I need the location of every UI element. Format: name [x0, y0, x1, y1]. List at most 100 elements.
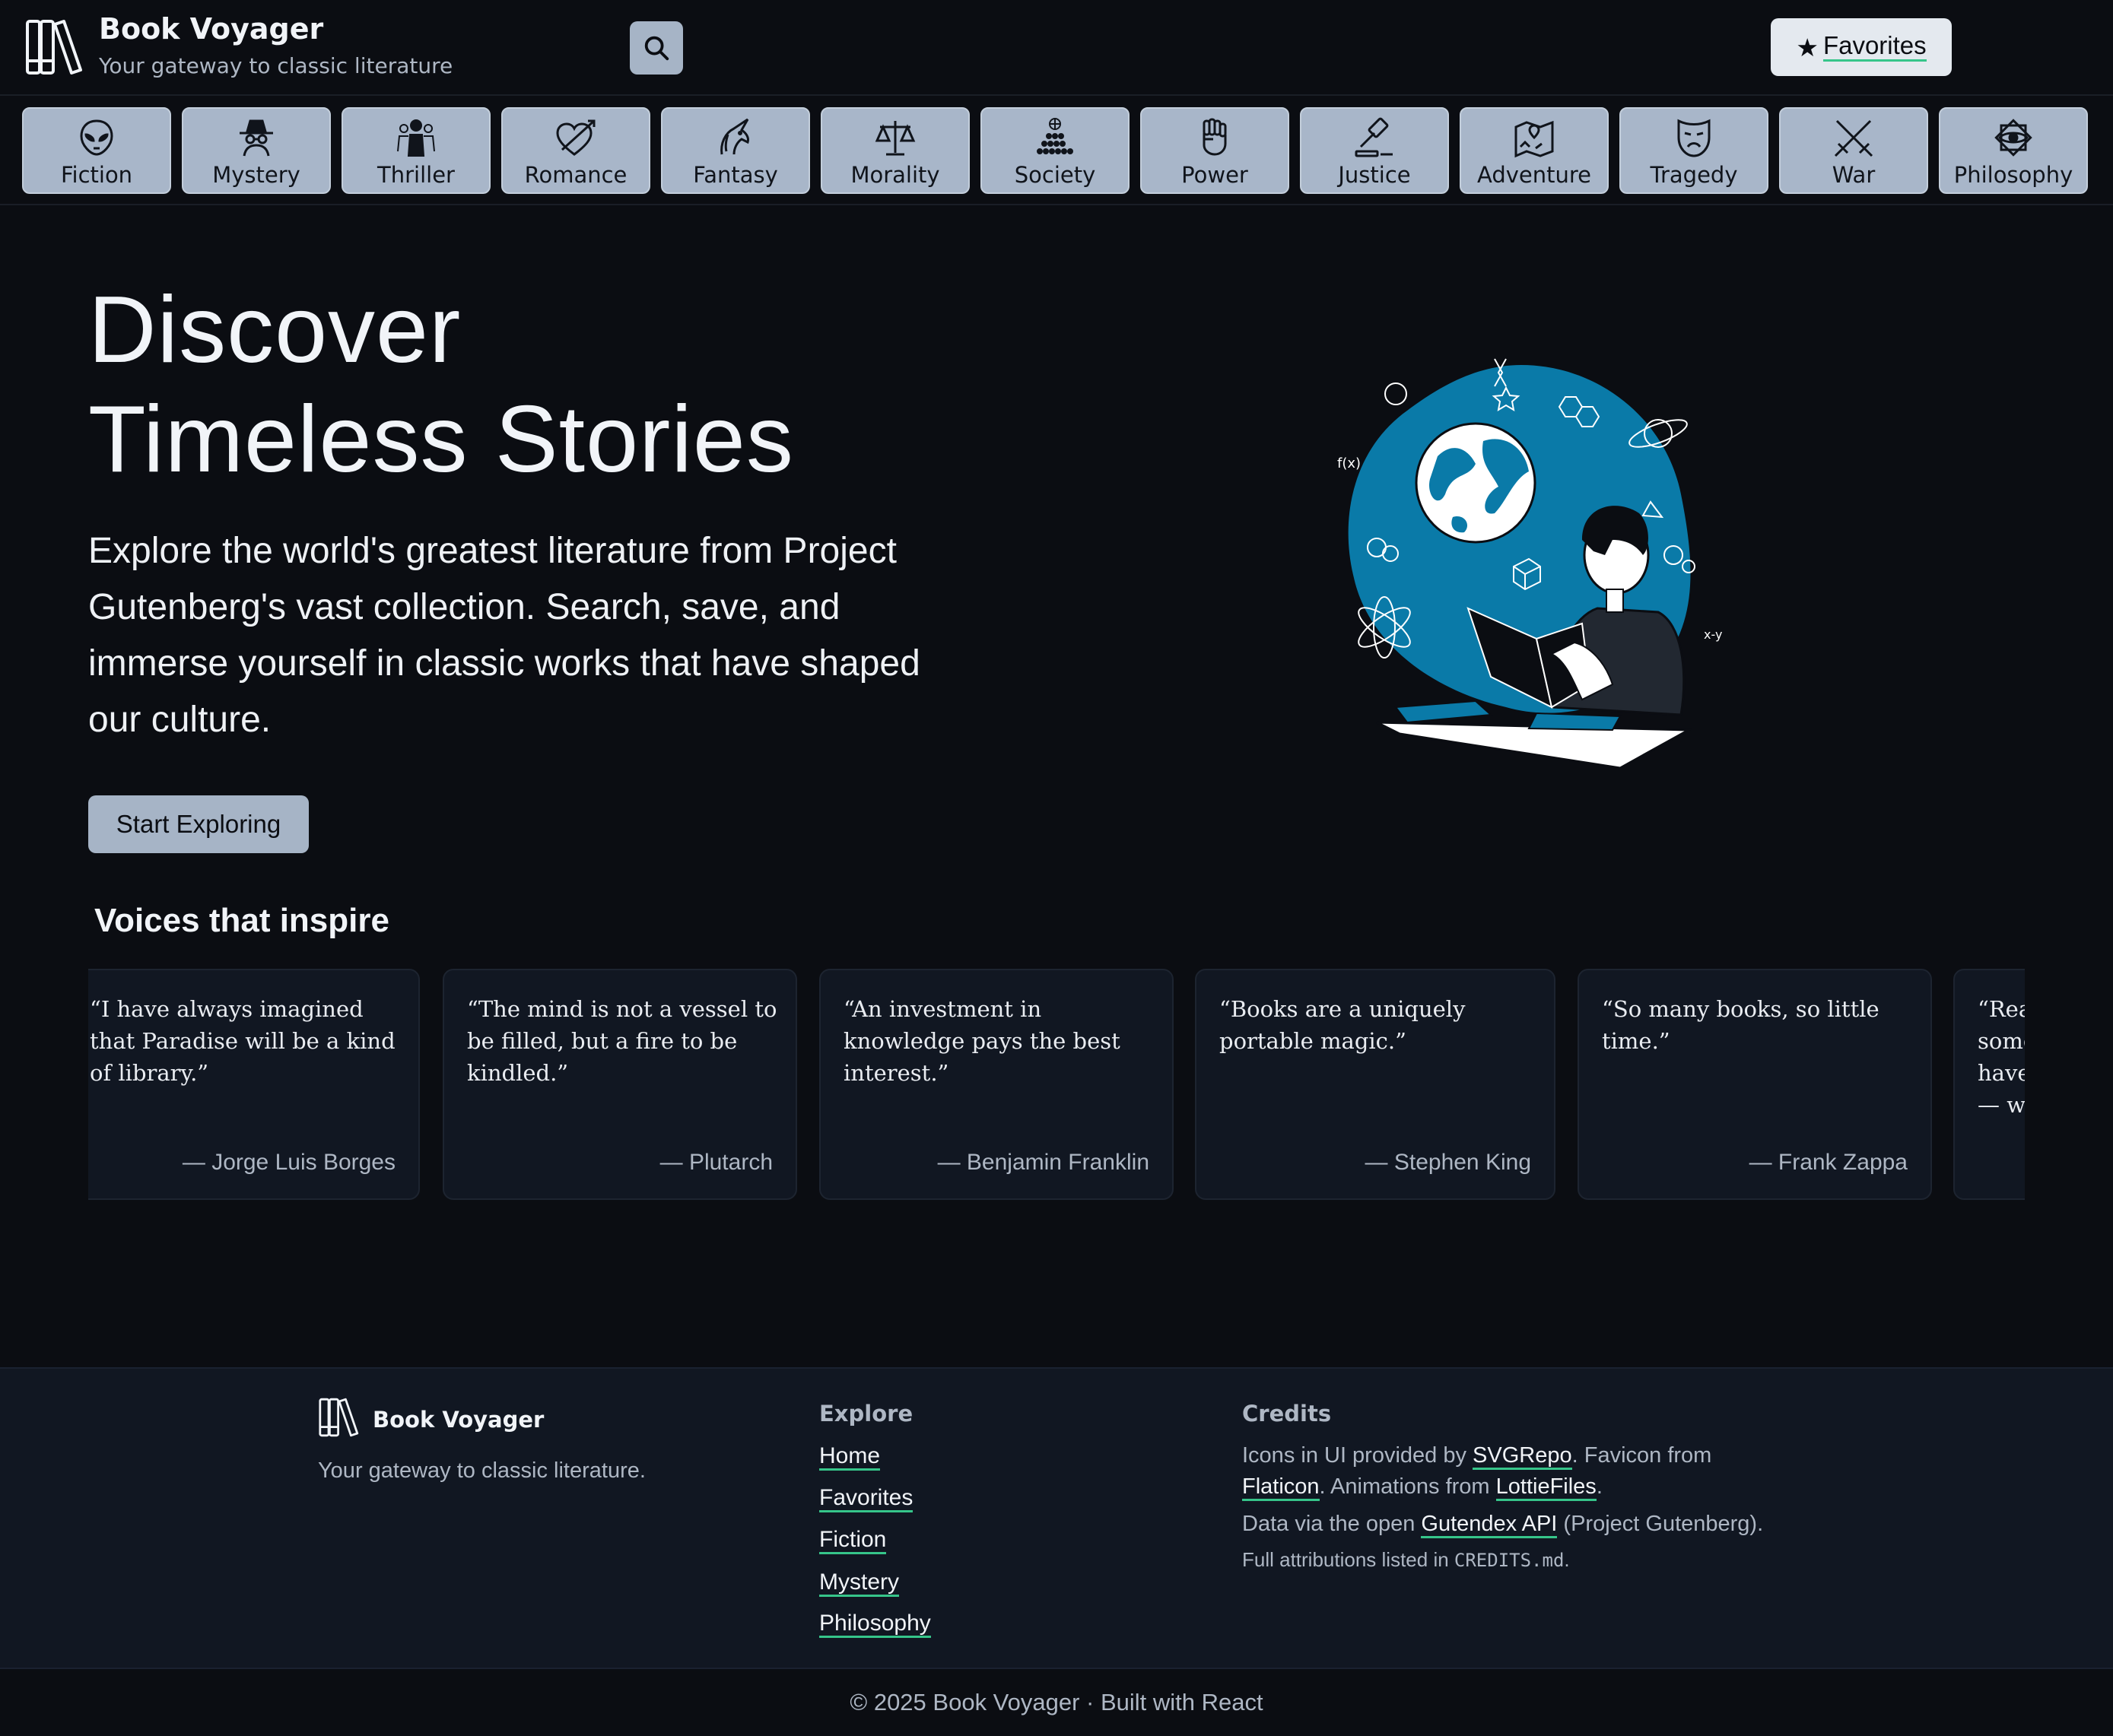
genre-society[interactable]: Society — [980, 107, 1130, 194]
brand-title[interactable]: Book Voyager — [99, 12, 323, 46]
credits-text-fragment: Full attributions listed in — [1242, 1548, 1454, 1571]
quote-text: “Reading gives us someplace to go when w… — [1978, 996, 2025, 1118]
quote-card: “Books are a uniquely portable magic.” —… — [1195, 969, 1555, 1200]
favorites-button[interactable]: ★ Favorites — [1771, 18, 1952, 76]
genre-philosophy[interactable]: Philosophy — [1939, 107, 2088, 194]
footer-brand-name: Book Voyager — [373, 1407, 545, 1433]
copyright-text: © 2025 Book Voyager · Built with React — [850, 1689, 1263, 1715]
credits-text-fragment: Data via the open — [1242, 1512, 1422, 1536]
genre-label: Justice — [1338, 162, 1411, 188]
crowd-globe-icon — [1037, 118, 1073, 154]
quote-author: — Jorge Luis Borges — [182, 1150, 396, 1175]
genre-label: Power — [1181, 162, 1248, 188]
genre-label: Adventure — [1477, 162, 1591, 188]
alien-icon — [80, 119, 113, 156]
credits-text-fragment: . Animations from — [1319, 1474, 1496, 1499]
quote-card: “So many books, so little time.” — Frank… — [1578, 969, 1932, 1200]
footer-link-home[interactable]: Home — [819, 1443, 881, 1471]
start-exploring-button[interactable]: Start Exploring — [88, 795, 309, 853]
credits-text-fragment: (Project Gutenberg). — [1557, 1512, 1764, 1536]
quote-author: — Frank Zappa — [1749, 1150, 1908, 1175]
quote-author: — Benjamin Franklin — [937, 1150, 1149, 1175]
person-reading-illustration: f(x) x-y — [1337, 358, 1722, 770]
search-icon — [644, 36, 669, 61]
genre-bar: Fiction Mystery Thriller Romance Fantasy… — [0, 97, 2113, 205]
heart-arrow-icon — [556, 119, 596, 156]
quote-author: — Plutarch — [659, 1150, 773, 1175]
detective-icon — [240, 119, 273, 157]
group-icon — [397, 119, 435, 157]
footer-link-favorites[interactable]: Favorites — [819, 1485, 914, 1512]
genre-tragedy[interactable]: Tragedy — [1619, 107, 1768, 194]
sad-mask-icon — [1677, 119, 1711, 157]
genre-adventure[interactable]: Adventure — [1460, 107, 1609, 194]
hero-title-line2: Timeless Stories — [88, 387, 794, 492]
genre-label: Fantasy — [693, 162, 778, 188]
unicorn-icon — [720, 118, 749, 155]
crossed-swords-icon — [1834, 119, 1873, 157]
genre-morality[interactable]: Morality — [821, 107, 970, 194]
genre-thriller[interactable]: Thriller — [342, 107, 491, 194]
genre-label: Tragedy — [1650, 162, 1738, 188]
fist-icon — [1203, 118, 1227, 156]
quote-text: “Books are a uniquely portable magic.” — [1219, 996, 1466, 1054]
flaticon-link[interactable]: Flaticon — [1242, 1474, 1320, 1501]
genre-justice[interactable]: Justice — [1300, 107, 1449, 194]
books-logo-icon[interactable] — [24, 17, 85, 78]
lottiefiles-link[interactable]: LottieFiles — [1495, 1474, 1597, 1501]
svgrepo-link[interactable]: SVGRepo — [1473, 1443, 1572, 1470]
quote-card: “An investment in knowledge pays the bes… — [819, 969, 1174, 1200]
quote-author: — Stephen King — [1365, 1150, 1531, 1175]
gavel-icon — [1355, 117, 1393, 157]
quote-text: “So many books, so little time.” — [1602, 996, 1879, 1054]
site-footer: Book Voyager Your gateway to classic lit… — [0, 1367, 2113, 1668]
top-header: Book Voyager Your gateway to classic lit… — [0, 0, 2113, 96]
quote-card: “I have always imagined that Paradise wi… — [88, 969, 420, 1200]
genre-fantasy[interactable]: Fantasy — [661, 107, 810, 194]
credits-text: Icons in UI provided by SVGRepo. Favicon… — [1242, 1440, 1820, 1576]
footer-link-fiction[interactable]: Fiction — [819, 1527, 887, 1554]
quote-card: “Reading gives us someplace to go when w… — [1953, 969, 2025, 1200]
genre-label: Morality — [850, 162, 940, 188]
hero-title-line1: Discover — [88, 278, 462, 382]
star-icon: ★ — [1796, 33, 1819, 62]
genre-label: Fiction — [60, 162, 133, 188]
explore-heading: Explore — [819, 1401, 914, 1427]
bottom-bar: © 2025 Book Voyager · Built with React — [0, 1668, 2113, 1736]
credits-heading: Credits — [1242, 1401, 1332, 1427]
genre-label: Romance — [524, 162, 628, 188]
favorites-label: Favorites — [1822, 33, 1927, 62]
brand-tagline: Your gateway to classic literature — [99, 53, 453, 78]
credits-text-fragment: . Favicon from — [1571, 1443, 1712, 1468]
footer-link-mystery[interactable]: Mystery — [819, 1569, 899, 1597]
genre-label: War — [1832, 162, 1876, 188]
hero-title: Discover Timeless Stories — [88, 275, 794, 494]
svg-text:f(x): f(x) — [1337, 455, 1361, 471]
quote-card: “The mind is not a vessel to be filled, … — [443, 969, 797, 1200]
genre-mystery[interactable]: Mystery — [182, 107, 331, 194]
books-logo-icon — [319, 1398, 359, 1437]
credits-filename: CREDITS.md — [1454, 1550, 1565, 1571]
gutendex-link[interactable]: Gutendex API — [1421, 1512, 1558, 1538]
quote-text: “An investment in knowledge pays the bes… — [844, 996, 1120, 1086]
genre-label: Philosophy — [1953, 162, 2073, 188]
eye-icon — [1994, 119, 2032, 157]
hero-description: Explore the world's greatest literature … — [88, 531, 920, 740]
genre-romance[interactable]: Romance — [501, 107, 650, 194]
footer-link-philosophy[interactable]: Philosophy — [819, 1611, 931, 1638]
genre-label: Society — [1014, 162, 1096, 188]
genre-label: Thriller — [377, 162, 455, 188]
voices-title: Voices that inspire — [94, 902, 389, 939]
svg-text:x-y: x-y — [1704, 627, 1722, 642]
genre-power[interactable]: Power — [1140, 107, 1289, 194]
credits-text-fragment: . — [1596, 1474, 1603, 1499]
map-icon — [1514, 120, 1554, 158]
quote-text: “I have always imagined that Paradise wi… — [90, 996, 396, 1086]
genre-fiction[interactable]: Fiction — [22, 107, 171, 194]
quotes-carousel[interactable]: “I have always imagined that Paradise wi… — [88, 969, 2025, 1201]
credits-text-fragment: Icons in UI provided by — [1242, 1443, 1473, 1468]
scales-icon — [875, 121, 916, 156]
credits-text-fragment: . — [1564, 1548, 1570, 1571]
genre-war[interactable]: War — [1779, 107, 1928, 194]
search-button[interactable] — [630, 21, 683, 75]
